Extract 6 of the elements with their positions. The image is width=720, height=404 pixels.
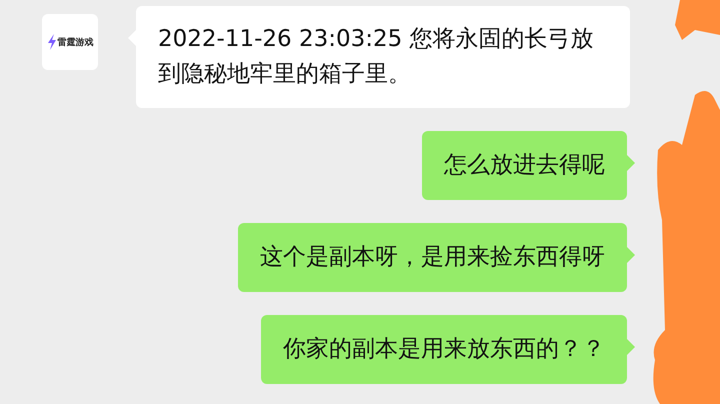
bubble-tail xyxy=(627,339,635,355)
bubble-tail xyxy=(627,155,635,171)
logo-text: 雷霆游戏 xyxy=(58,36,94,48)
avatar[interactable]: 雷霆游戏 xyxy=(42,14,98,70)
lightning-icon xyxy=(46,34,56,50)
bubble-tail xyxy=(627,247,635,263)
